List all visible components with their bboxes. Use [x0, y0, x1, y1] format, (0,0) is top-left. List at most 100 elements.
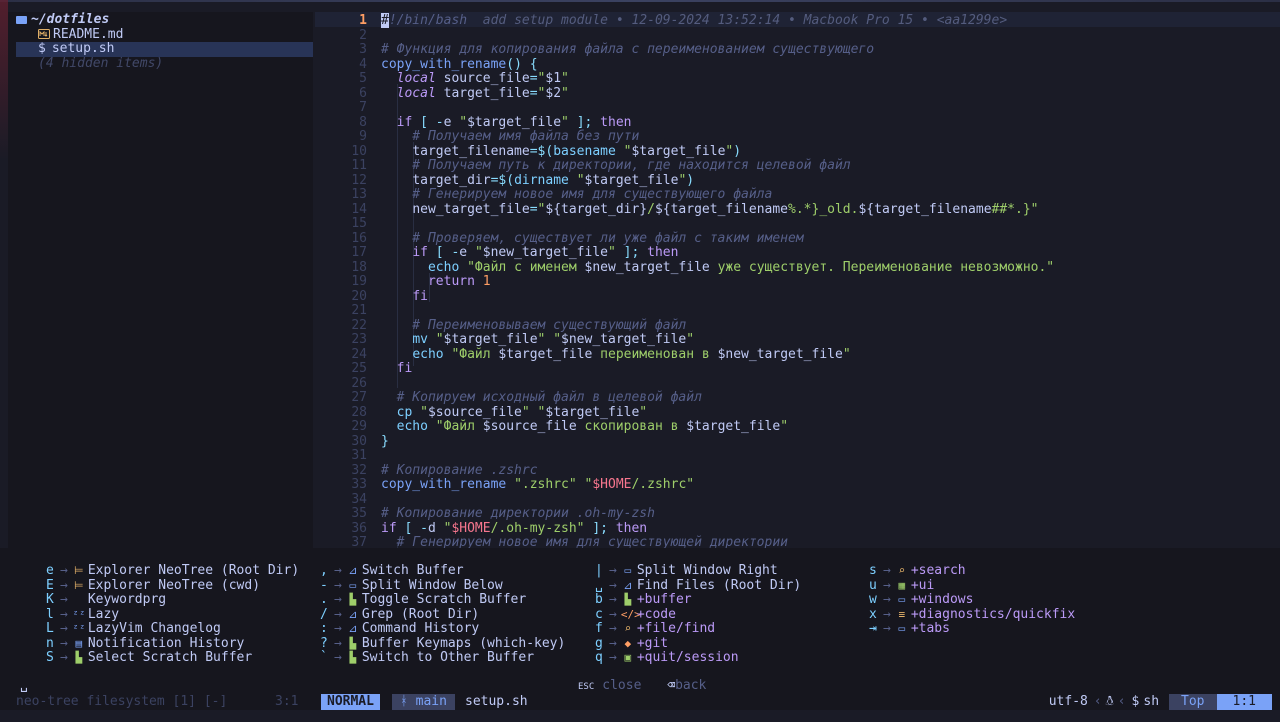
which-key-item[interactable]: ⇥ → ▭ +tabs [869, 621, 950, 637]
which-key-desc: Select Scratch Buffer [87, 650, 253, 665]
line-number: 6 [359, 85, 367, 101]
which-key-item[interactable]: : → ⊿ Command History [320, 621, 479, 637]
which-key-item[interactable]: - → ▭ Split Window Below [320, 577, 503, 594]
window-icon: ▭ [624, 564, 632, 577]
which-key-item[interactable]: ` → ▙ Switch to Other Buffer [320, 650, 534, 666]
which-key-item[interactable]: . → ▙ Toggle Scratch Buffer [320, 592, 526, 608]
notification-icon: ▤ [75, 636, 83, 650]
which-key-key: ␣ [595, 577, 603, 593]
file-icon: ▙ [349, 593, 357, 606]
tree-item-setup-sh[interactable]: $ setup.sh [16, 41, 313, 57]
zzz-icon: ᶻᶻ [72, 607, 86, 621]
which-key-key: ⇥ [869, 621, 877, 636]
back-hint[interactable]: back [675, 678, 706, 693]
which-key-item[interactable]: f → ⌕ +file/find [595, 621, 715, 637]
telescope-icon: ⊿ [348, 607, 358, 621]
which-key-key: K [46, 592, 54, 607]
tree-item-readme[interactable]: README.md [38, 26, 124, 43]
code-editor[interactable]: 1 #!/bin/bash add setup module • 12-09-20… [315, 12, 1280, 548]
which-key-item[interactable]: u → ▦ +ui [869, 577, 935, 594]
tree-root-label: ~/dotfiles [31, 12, 110, 27]
which-key-key: ` [320, 650, 328, 665]
telescope-icon: ⊿ [348, 622, 358, 635]
which-key-item[interactable]: q → ▣ +quit/session [595, 650, 739, 666]
command-line[interactable]: ␣ [20, 678, 28, 693]
code-text: copy_with_rename() { [381, 56, 538, 72]
which-key-key: S [46, 650, 54, 665]
hidden-items-label: (4 hidden items) [38, 55, 164, 71]
telescope-icon: ⊿ [623, 578, 633, 592]
line-number: 5 [359, 71, 367, 86]
arrow-icon: → [334, 621, 342, 636]
line-number: 22 [351, 317, 367, 333]
linux-icon: 🐧︎ [1105, 694, 1114, 709]
which-key-item[interactable]: K → Keywordprg [46, 592, 166, 608]
git-branch: ᚼ main [392, 694, 455, 710]
which-key-item[interactable]: c → </>+code [595, 606, 676, 623]
arrow-icon: → [60, 621, 68, 636]
which-key-item[interactable]: b → ▙ +buffer [595, 592, 692, 608]
which-key-key: b [595, 592, 603, 607]
which-key-item[interactable]: , → ⊿ Switch Buffer [320, 563, 464, 579]
which-key-item[interactable]: | → ▭ Split Window Right [595, 563, 778, 579]
line-number: 19 [351, 274, 367, 289]
arrow-icon: → [883, 621, 891, 636]
code-text: echo "Файл $target_file переименован в $… [412, 346, 851, 362]
code-text: mv "$target_file" "$new_target_file" [412, 332, 695, 347]
line-number: 25 [351, 361, 367, 376]
which-key-desc: +git [636, 635, 669, 651]
arrow-icon: → [60, 577, 68, 593]
line-number: 4 [359, 56, 367, 72]
which-key-item[interactable]: / → ⊿ Grep (Root Dir) [320, 607, 479, 623]
arrow-icon: → [60, 635, 68, 651]
code-text: new_target_file="${target_dir}/${target_… [412, 201, 1039, 217]
code-text: echo "Файл с именем $new_target_file уже… [427, 259, 1055, 275]
search-icon: ⌕ [898, 564, 906, 577]
code-text: # Переименовываем существующий файл [381, 317, 687, 333]
which-key-key: c [595, 606, 603, 622]
arrow-icon: → [609, 563, 617, 578]
which-key-item[interactable]: e → ⊨ Explorer NeoTree (Root Dir) [46, 563, 299, 579]
line-number: 14 [351, 201, 367, 217]
which-key-item[interactable]: L → ᶻᶻ LazyVim Changelog [46, 621, 221, 637]
which-key-key: , [320, 563, 328, 578]
which-key-item[interactable]: n → ▤ Notification History [46, 635, 244, 652]
arrow-icon: → [609, 650, 617, 665]
line-number: 24 [351, 346, 367, 362]
line-number: 37 [351, 535, 367, 548]
line-number: 28 [351, 404, 367, 420]
tree-item-label: README.md [53, 26, 124, 42]
neo-tree-sidebar[interactable]: ~/dotfiles README.md $ setup.sh (4 hidden… [8, 12, 313, 548]
which-key-item[interactable]: ? → ▙ Buffer Keymaps (which-key) [320, 635, 565, 652]
which-key-item[interactable]: E → ⊨ Explorer NeoTree (cwd) [46, 577, 260, 594]
folder-open-icon [16, 15, 27, 24]
close-hint[interactable]: close [602, 678, 641, 693]
tree-item-label: setup.sh [51, 41, 115, 56]
arrow-icon: → [60, 563, 68, 578]
arrow-icon: → [60, 650, 68, 665]
line-number: 9 [359, 129, 367, 144]
which-key-desc: +ui [910, 577, 935, 593]
code-text: return 1 [427, 274, 491, 289]
which-key-desc: +windows [910, 592, 974, 607]
code-text: fi [412, 288, 428, 304]
which-key-item[interactable]: ␣ → ⊿ Find Files (Root Dir) [595, 577, 801, 594]
which-key-item[interactable]: s → ⌕ +search [869, 563, 966, 579]
code-text: # Генерируем новое имя для существующего… [381, 187, 773, 202]
arrow-icon: → [334, 577, 342, 593]
which-key-item[interactable]: w → ▭ +windows [869, 592, 974, 608]
background-glow [0, 0, 8, 160]
which-key-item[interactable]: g → ◆ +git [595, 635, 669, 652]
code-text: } [381, 433, 389, 449]
code-text: #!/bin/bash add setup module • 12-09-202… [381, 13, 1008, 28]
branch-name: main [415, 694, 447, 709]
which-key-item[interactable]: x → ≡ +diagnostics/quickfix [869, 606, 1076, 623]
which-key-item[interactable]: l → ᶻᶻ Lazy [46, 607, 119, 623]
arrow-icon: → [334, 635, 342, 651]
arrow-icon: → [883, 563, 891, 578]
which-key-key: | [595, 563, 603, 578]
which-key-desc: +diagnostics/quickfix [910, 606, 1076, 622]
which-key-item[interactable]: S → ▙ Select Scratch Buffer [46, 650, 253, 666]
tree-root[interactable]: ~/dotfiles [16, 12, 110, 28]
which-key-desc: Split Window Right [636, 563, 778, 578]
